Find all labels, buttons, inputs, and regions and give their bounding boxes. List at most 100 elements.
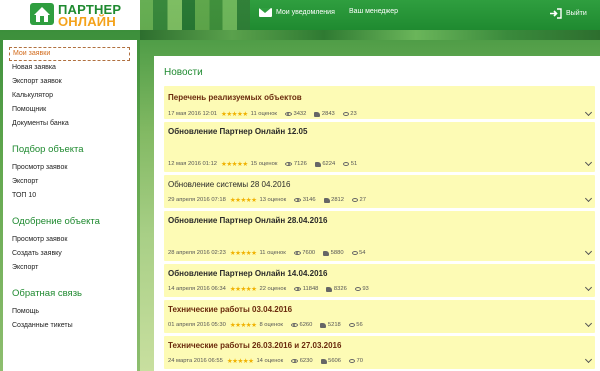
thumbs-up-icon [323, 197, 330, 203]
news-date: 12 мая 2016 01:12 [168, 161, 218, 167]
chevron-down-icon[interactable] [584, 194, 593, 203]
chevron-down-icon[interactable] [584, 283, 593, 292]
views-count: 6260 [299, 322, 313, 328]
rating-stars[interactable]: ★★★★★ [221, 160, 248, 168]
news-item[interactable]: Перечень реализуемых объектов 17 мая 201… [164, 86, 595, 119]
exit-link[interactable]: Выйти [550, 8, 587, 19]
news-date: 29 апреля 2016 07:18 [168, 197, 226, 203]
news-title[interactable]: Перечень реализуемых объектов [168, 93, 302, 102]
sidebar-item-create-request[interactable]: Создать заявку [3, 247, 137, 261]
photo-banner [140, 30, 600, 40]
sidebar-item-assistant[interactable]: Помощник [3, 103, 137, 117]
rating-stars[interactable]: ★★★★★ [230, 285, 257, 293]
comment-icon [342, 112, 349, 116]
main-panel: Новости Перечень реализуемых объектов 17… [154, 56, 600, 371]
views-stat: 7126 [285, 161, 307, 167]
sidebar-item-help[interactable]: Помощь [3, 305, 137, 319]
exit-label: Выйти [566, 10, 587, 17]
rating-stars[interactable]: ★★★★★ [221, 110, 248, 118]
likes-stat: 8326 [326, 286, 347, 292]
comments-count: 27 [359, 197, 366, 203]
sidebar-item-calculator[interactable]: Калькулятор [3, 89, 137, 103]
comments-stat: 93 [354, 286, 369, 292]
news-item[interactable]: Обновление системы 28 04.2016 29 апреля … [164, 175, 595, 208]
notifications-link[interactable]: Мои уведомления [259, 8, 335, 17]
comments-count: 70 [356, 358, 363, 364]
sidebar-item-view-requests[interactable]: Просмотр заявок [3, 161, 137, 175]
thumbs-up-icon [314, 161, 321, 167]
likes-count: 5606 [328, 358, 341, 364]
chevron-down-icon[interactable] [584, 108, 593, 117]
logo[interactable]: ПАРТНЕР ОНЛАЙН [0, 0, 140, 30]
news-title[interactable]: Обновление Партнер Онлайн 14.04.2016 [168, 269, 327, 278]
likes-stat: 2812 [323, 197, 345, 203]
likes-count: 5218 [327, 322, 341, 328]
comments-count: 54 [359, 250, 366, 256]
news-meta: 01 апреля 2016 05:30 ★★★★★ 8 оценок 6260… [168, 321, 363, 329]
news-title[interactable]: Технические работы 03.04.2016 [168, 305, 292, 314]
chevron-down-icon[interactable] [584, 247, 593, 256]
comments-count: 56 [356, 322, 363, 328]
sidebar: Мои заявки Новая заявка Экспорт заявок К… [3, 40, 137, 371]
rating-stars[interactable]: ★★★★★ [230, 249, 257, 257]
section-title-feedback: Обратная связь [12, 288, 82, 299]
eye-icon [294, 287, 302, 291]
news-item[interactable]: Технические работы 26.03.2016 и 27.03.20… [164, 336, 595, 369]
sidebar-item-my-requests[interactable]: Мои заявки [9, 47, 130, 61]
views-count: 3432 [293, 111, 307, 117]
ratings-count: 15 оценок [250, 161, 278, 167]
thumbs-up-icon [314, 111, 321, 117]
ratings-count: 22 оценок [259, 286, 287, 292]
page-title: Новости [164, 67, 203, 78]
news-title[interactable]: Обновление Партнер Онлайн 12.05 [168, 127, 307, 136]
likes-stat: 5218 [320, 322, 341, 328]
ratings-count: 14 оценок [256, 358, 284, 364]
chevron-down-icon[interactable] [584, 158, 593, 167]
rating-stars[interactable]: ★★★★★ [227, 357, 254, 365]
chevron-down-icon[interactable] [584, 355, 593, 364]
sidebar-item-new-request[interactable]: Новая заявка [3, 61, 137, 75]
sidebar-item-export-requests[interactable]: Экспорт заявок [3, 75, 137, 89]
news-list: Перечень реализуемых объектов 17 мая 201… [164, 86, 595, 371]
sidebar-item-view-requests-2[interactable]: Просмотр заявок [3, 233, 137, 247]
news-date: 24 марта 2016 06:55 [168, 358, 223, 364]
comments-stat: 51 [343, 161, 357, 167]
news-item[interactable]: Обновление Партнер Онлайн 28.04.2016 28 … [164, 211, 595, 261]
rating-stars[interactable]: ★★★★★ [230, 196, 257, 204]
likes-count: 2843 [321, 111, 335, 117]
views-count: 6230 [299, 358, 313, 364]
views-stat: 7600 [293, 250, 315, 256]
sidebar-item-created-tickets[interactable]: Созданные тикеты [3, 319, 137, 333]
comment-icon [343, 162, 350, 166]
news-title[interactable]: Обновление системы 28 04.2016 [168, 180, 290, 189]
sidebar-item-bank-documents[interactable]: Документы банка [3, 117, 137, 131]
sidebar-item-top10[interactable]: ТОП 10 [3, 189, 137, 203]
views-count: 3146 [302, 197, 316, 203]
news-date: 14 апреля 2016 06:34 [168, 286, 226, 292]
eye-icon [290, 323, 298, 327]
header-decor [140, 0, 250, 30]
likes-count: 2812 [331, 197, 345, 203]
news-date: 01 апреля 2016 05:30 [168, 322, 226, 328]
rating-stars[interactable]: ★★★★★ [230, 321, 257, 329]
thumbs-up-icon [326, 286, 333, 292]
news-item[interactable]: Технические работы 03.04.2016 01 апреля … [164, 300, 595, 333]
news-title[interactable]: Технические работы 26.03.2016 и 27.03.20… [168, 341, 341, 350]
comment-icon [351, 251, 358, 255]
news-meta: 12 мая 2016 01:12 ★★★★★ 15 оценок 7126 6… [168, 160, 357, 168]
comments-stat: 23 [342, 111, 357, 117]
views-count: 11848 [302, 286, 319, 292]
likes-stat: 5606 [320, 358, 341, 364]
manager-link[interactable]: Ваш менеджер [349, 8, 398, 15]
sidebar-item-export-2[interactable]: Экспорт [3, 261, 137, 275]
eye-icon [291, 359, 299, 363]
news-item[interactable]: Обновление Партнер Онлайн 14.04.2016 14 … [164, 264, 595, 297]
sidebar-item-export[interactable]: Экспорт [3, 175, 137, 189]
comment-icon [352, 198, 359, 202]
comments-count: 23 [350, 111, 357, 117]
news-item[interactable]: Обновление Партнер Онлайн 12.05 12 мая 2… [164, 122, 595, 172]
likes-count: 6224 [322, 161, 336, 167]
news-title[interactable]: Обновление Партнер Онлайн 28.04.2016 [168, 216, 327, 225]
comment-icon [349, 359, 355, 363]
chevron-down-icon[interactable] [584, 319, 593, 328]
